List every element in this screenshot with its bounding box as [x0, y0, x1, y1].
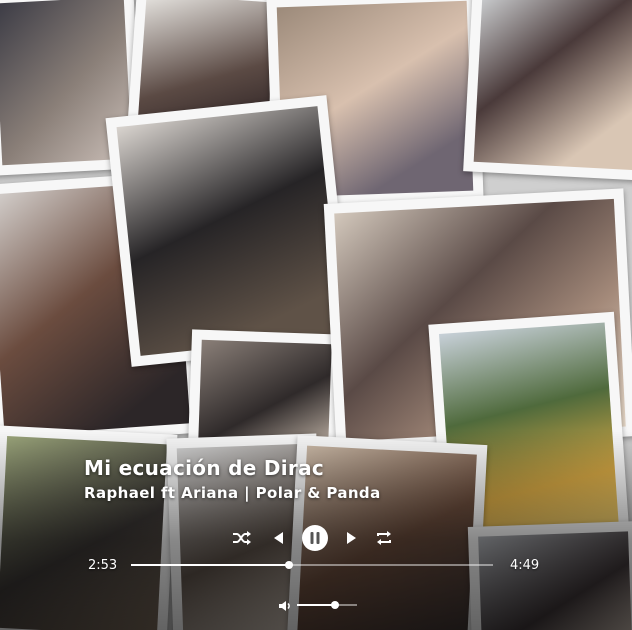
seek-progress-fill: [131, 564, 290, 566]
previous-button[interactable]: [268, 523, 288, 553]
volume-button[interactable]: [278, 598, 292, 612]
playback-controls: [230, 523, 400, 553]
collage-photo: [105, 95, 353, 367]
repeat-button[interactable]: [372, 523, 396, 553]
volume-icon: [279, 601, 290, 611]
pause-button[interactable]: [300, 523, 330, 553]
next-icon: [347, 532, 356, 544]
next-button[interactable]: [342, 523, 362, 553]
collage-photo: [463, 0, 632, 181]
volume-slider[interactable]: [297, 601, 357, 609]
seek-bar[interactable]: [131, 561, 493, 569]
track-title: Mi ecuación de Dirac: [84, 456, 325, 480]
track-artist: Raphael ft Ariana | Polar & Panda: [84, 484, 381, 502]
total-duration: 4:49: [510, 558, 540, 573]
elapsed-time: 2:53: [88, 558, 118, 573]
volume-level-fill: [297, 604, 335, 606]
shuffle-button[interactable]: [230, 523, 254, 553]
previous-icon: [274, 532, 283, 544]
shuffle-icon: [233, 531, 251, 545]
volume-thumb[interactable]: [330, 601, 339, 609]
repeat-icon: [377, 531, 391, 545]
pause-icon: [302, 525, 328, 551]
